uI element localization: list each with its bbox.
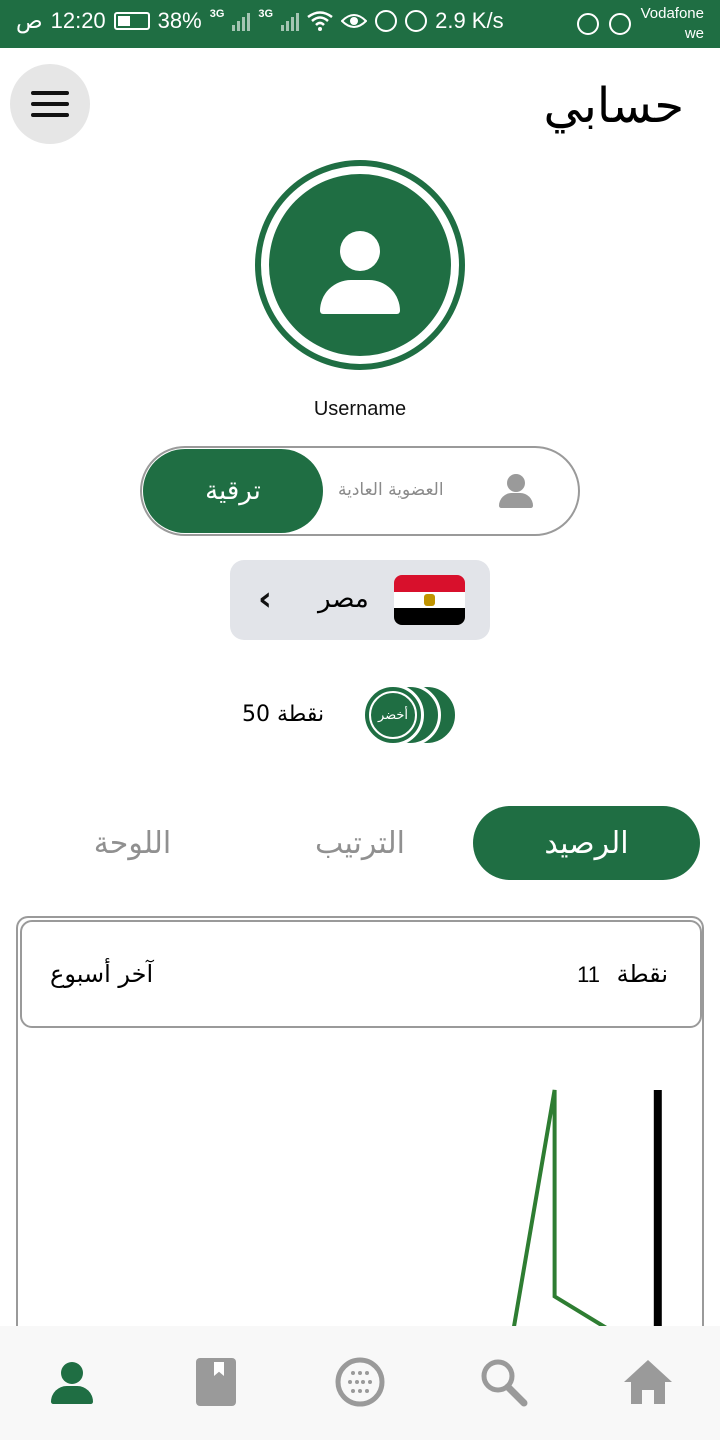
status-right: Vodafone we <box>576 4 704 44</box>
tab-balance[interactable]: الرصيد <box>473 806 700 880</box>
battery-icon <box>113 12 150 30</box>
hamburger-menu-icon[interactable] <box>10 64 90 144</box>
nav-profile-icon[interactable] <box>42 1354 102 1410</box>
alarm-icon <box>375 10 398 32</box>
network-type-2: 3G <box>258 8 274 20</box>
eye-icon <box>341 14 368 28</box>
person-icon <box>498 474 534 510</box>
bottom-nav <box>0 1326 720 1440</box>
nav-globe-icon[interactable] <box>330 1354 390 1410</box>
person-icon <box>269 174 451 356</box>
carrier-name: Vodafone we <box>641 4 704 44</box>
badge-label: أخضر <box>369 691 417 739</box>
signal-icon-1 <box>232 11 251 31</box>
points-text: 50 نقطة <box>242 702 325 727</box>
summary-points-label: نقطة <box>616 960 668 988</box>
clock: 12:20 <box>50 8 106 33</box>
nav-book-icon[interactable] <box>186 1354 246 1410</box>
tab-ranking[interactable]: الترتيب <box>290 806 430 880</box>
status-left: ص 12:20 38% 3G 3G 2.9 K/s <box>16 8 504 34</box>
wifi-icon <box>307 11 333 31</box>
summary-period: آخر أسبوع <box>50 960 154 988</box>
weekly-summary: نقطة 11 آخر أسبوع <box>20 920 702 1028</box>
membership-pill: ترقية العضوية العادية <box>140 446 580 536</box>
nav-search-icon[interactable] <box>474 1354 534 1410</box>
battery-level: 38% <box>157 8 202 33</box>
am-pm-indicator: ص <box>16 8 43 33</box>
membership-level-label: العضوية العادية <box>338 480 444 500</box>
carrier-line-1: Vodafone <box>640 5 704 22</box>
sim-icon <box>576 13 599 35</box>
status-bar: ص 12:20 38% 3G 3G 2.9 K/s Vodafone we <box>0 0 720 48</box>
green-level-badge: أخضر <box>362 684 424 746</box>
summary-points-value: 11 <box>577 962 600 987</box>
avatar[interactable] <box>255 160 465 370</box>
data-saver-icon <box>405 10 428 32</box>
tab-leaderboard[interactable]: اللوحة <box>70 806 195 880</box>
balance-chart-card: نقطة 11 آخر أسبوع <box>16 916 704 1386</box>
country-name: مصر <box>318 584 369 614</box>
upgrade-button[interactable]: ترقية <box>143 449 323 533</box>
nav-home-icon[interactable] <box>618 1354 678 1410</box>
country-selector[interactable]: ‹ مصر <box>230 560 490 640</box>
network-speed: 2.9 K/s <box>435 8 504 33</box>
signal-icon-2 <box>281 11 300 31</box>
chevron-left-icon: ‹ <box>258 579 273 619</box>
page-title: حسابي <box>543 78 684 134</box>
carrier-line-2: we <box>684 25 704 42</box>
network-type-1: 3G <box>209 8 225 20</box>
egypt-flag-icon <box>394 575 465 625</box>
chart-series-line <box>511 1089 611 1332</box>
whatsapp-icon <box>608 13 631 35</box>
username: Username <box>313 398 407 420</box>
